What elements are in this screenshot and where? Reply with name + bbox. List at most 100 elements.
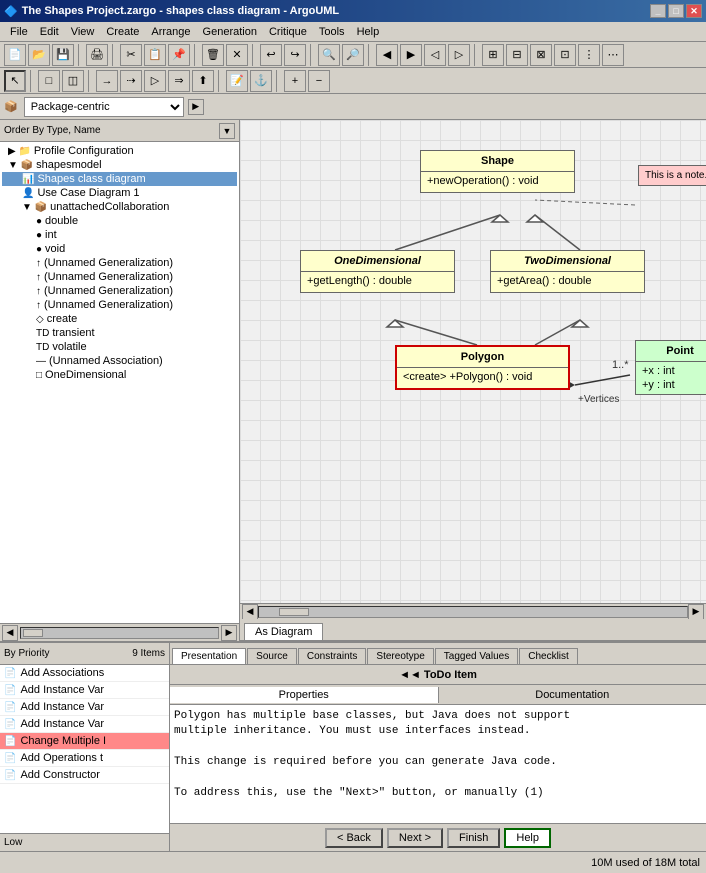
- menu-arrange[interactable]: Arrange: [145, 24, 196, 40]
- tree-item-gen1[interactable]: ↑ (Unnamed Generalization): [2, 256, 237, 270]
- tab-presentation[interactable]: Presentation: [172, 648, 246, 664]
- menu-tools[interactable]: Tools: [313, 24, 351, 40]
- subtab-documentation[interactable]: Documentation: [439, 687, 706, 703]
- align4-btn[interactable]: ⊡: [554, 44, 576, 66]
- menu-help[interactable]: Help: [351, 24, 386, 40]
- nav1-btn[interactable]: ◀: [376, 44, 398, 66]
- tree-item-onedim[interactable]: □ OneDimensional: [2, 368, 237, 382]
- todo-list[interactable]: 📄 Add Associations 📄 Add Instance Var 📄 …: [0, 665, 169, 833]
- tree-item-profile[interactable]: ▶ 📁 Profile Configuration: [2, 144, 237, 158]
- redo-btn[interactable]: ↪: [284, 44, 306, 66]
- tree-item-collab[interactable]: ▼ 📦 unattachedCollaboration: [2, 200, 237, 214]
- nav4-btn[interactable]: ▷: [448, 44, 470, 66]
- align2-btn[interactable]: ⊟: [506, 44, 528, 66]
- close-button[interactable]: ✕: [686, 4, 702, 18]
- nav2-btn[interactable]: ▶: [400, 44, 422, 66]
- note-tool[interactable]: 📝: [226, 70, 248, 92]
- align3-btn[interactable]: ⊠: [530, 44, 552, 66]
- dep-tool[interactable]: ⇢: [120, 70, 142, 92]
- new-btn[interactable]: 📄: [4, 44, 26, 66]
- menu-edit[interactable]: Edit: [34, 24, 65, 40]
- menu-critique[interactable]: Critique: [263, 24, 313, 40]
- tree-item-gen4[interactable]: ↑ (Unnamed Generalization): [2, 298, 237, 312]
- tree-item-int[interactable]: ● int: [2, 228, 237, 242]
- todo-add-constructor[interactable]: 📄 Add Constructor: [0, 767, 169, 784]
- tree-item-double[interactable]: ● double: [2, 214, 237, 228]
- todo-change-multiple[interactable]: 📄 Change Multiple I: [0, 733, 169, 750]
- diagram-area[interactable]: 1..* +Vertices Shape +newOperation() : v…: [240, 120, 706, 603]
- package-select[interactable]: Package-centric: [24, 97, 184, 117]
- hscroll-track[interactable]: [258, 606, 688, 618]
- tree-item-create[interactable]: ◇ create: [2, 312, 237, 326]
- uml-class-onedim[interactable]: OneDimensional +getLength() : double: [300, 250, 455, 293]
- help-button[interactable]: Help: [504, 828, 551, 848]
- copy-btn[interactable]: 📋: [144, 44, 166, 66]
- zoom-out-tool[interactable]: −: [308, 70, 330, 92]
- tree-item-shapesmodel[interactable]: ▼ 📦 shapesmodel: [2, 158, 237, 172]
- align6-btn[interactable]: ⋯: [602, 44, 624, 66]
- uml-class-point[interactable]: Point +x : int +y : int: [635, 340, 706, 395]
- tree-area[interactable]: ▶ 📁 Profile Configuration ▼ 📦 shapesmode…: [0, 142, 239, 623]
- paste-btn[interactable]: 📌: [168, 44, 190, 66]
- tree-scroll-btn[interactable]: ▼: [219, 123, 235, 139]
- search-btn[interactable]: 🔍: [318, 44, 340, 66]
- maximize-button[interactable]: □: [668, 4, 684, 18]
- remove-btn[interactable]: 🗑: [202, 44, 224, 66]
- tree-item-td1[interactable]: TD transient: [2, 326, 237, 340]
- tree-hscroll-thumb[interactable]: [23, 629, 43, 637]
- hscroll-right[interactable]: ▶: [688, 604, 704, 620]
- finish-button[interactable]: Finish: [447, 828, 500, 848]
- realize-tool[interactable]: ⇒: [168, 70, 190, 92]
- tab-source[interactable]: Source: [247, 648, 297, 664]
- todo-add-var2[interactable]: 📄 Add Instance Var: [0, 699, 169, 716]
- menu-create[interactable]: Create: [100, 24, 145, 40]
- cut-btn[interactable]: ✂: [120, 44, 142, 66]
- pkg-scroll-right[interactable]: ▶: [188, 99, 204, 115]
- uml-note[interactable]: This is a note.: [638, 165, 706, 186]
- align5-btn[interactable]: ⋮: [578, 44, 600, 66]
- tree-item-assoc[interactable]: — (Unnamed Association): [2, 354, 237, 368]
- subtab-properties[interactable]: Properties: [170, 687, 439, 703]
- zoom-btn[interactable]: 🔎: [342, 44, 364, 66]
- menu-view[interactable]: View: [65, 24, 101, 40]
- menu-generation[interactable]: Generation: [197, 24, 263, 40]
- todo-add-assoc[interactable]: 📄 Add Associations: [0, 665, 169, 682]
- save-btn[interactable]: 💾: [52, 44, 74, 66]
- delete-btn[interactable]: ✕: [226, 44, 248, 66]
- todo-add-var1[interactable]: 📄 Add Instance Var: [0, 682, 169, 699]
- minimize-button[interactable]: _: [650, 4, 666, 18]
- tree-item-void[interactable]: ● void: [2, 242, 237, 256]
- gen-tool[interactable]: ▷: [144, 70, 166, 92]
- next-button[interactable]: Next >: [387, 828, 443, 848]
- back-button[interactable]: < Back: [325, 828, 383, 848]
- uml-class-twodim[interactable]: TwoDimensional +getArea() : double: [490, 250, 645, 293]
- anchor-tool[interactable]: ⚓: [250, 70, 272, 92]
- undo-btn[interactable]: ↩: [260, 44, 282, 66]
- tree-item-shapes-diagram[interactable]: 📊 Shapes class diagram: [2, 172, 237, 186]
- tree-item-td2[interactable]: TD volatile: [2, 340, 237, 354]
- tab-stereotype[interactable]: Stereotype: [367, 648, 433, 664]
- menu-file[interactable]: File: [4, 24, 34, 40]
- print-btn[interactable]: 🖨: [86, 44, 108, 66]
- select-tool[interactable]: ↖: [4, 70, 26, 92]
- assoc-tool[interactable]: →: [96, 70, 118, 92]
- tab-tagged-values[interactable]: Tagged Values: [435, 648, 518, 664]
- open-btn[interactable]: 📂: [28, 44, 50, 66]
- hscroll-left[interactable]: ◀: [242, 604, 258, 620]
- uml-class-shape[interactable]: Shape +newOperation() : void: [420, 150, 575, 193]
- nav-tool[interactable]: ⬆: [192, 70, 214, 92]
- todo-add-var3[interactable]: 📄 Add Instance Var: [0, 716, 169, 733]
- class-tool[interactable]: □: [38, 70, 60, 92]
- tree-item-usecase[interactable]: 👤 Use Case Diagram 1: [2, 186, 237, 200]
- tab-constraints[interactable]: Constraints: [298, 648, 367, 664]
- tree-hscroll-track[interactable]: [20, 627, 219, 639]
- interface-tool[interactable]: ◫: [62, 70, 84, 92]
- zoom-in-tool[interactable]: +: [284, 70, 306, 92]
- tree-item-gen3[interactable]: ↑ (Unnamed Generalization): [2, 284, 237, 298]
- align1-btn[interactable]: ⊞: [482, 44, 504, 66]
- hscroll-thumb[interactable]: [279, 608, 309, 616]
- tree-item-gen2[interactable]: ↑ (Unnamed Generalization): [2, 270, 237, 284]
- nav3-btn[interactable]: ◁: [424, 44, 446, 66]
- uml-class-polygon[interactable]: Polygon <create> +Polygon() : void: [395, 345, 570, 390]
- tree-scroll-left[interactable]: ◀: [2, 625, 18, 641]
